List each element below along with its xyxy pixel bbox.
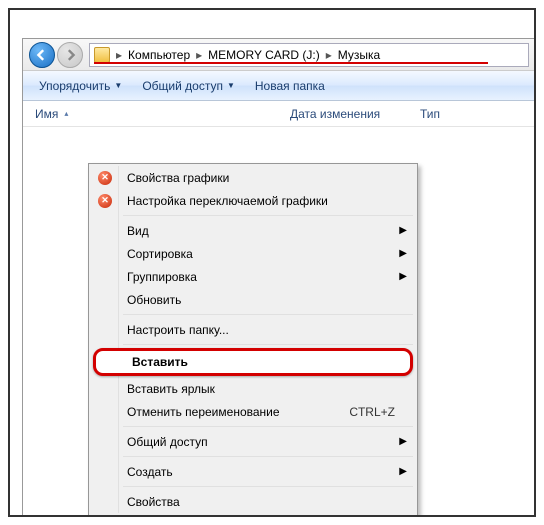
menu-new[interactable]: Создать ▶	[91, 460, 415, 483]
menu-separator	[123, 486, 413, 487]
toolbar: Упорядочить ▼ Общий доступ ▼ Новая папка	[23, 71, 535, 101]
column-date[interactable]: Дата изменения	[290, 107, 420, 121]
menu-label: Создать	[127, 465, 395, 479]
sort-asc-icon: ▴	[64, 109, 68, 118]
annotation-underline	[94, 62, 488, 64]
menu-undo-rename[interactable]: Отменить переименование CTRL+Z	[91, 400, 415, 423]
menu-label: Обновить	[127, 293, 395, 307]
column-type[interactable]: Тип	[420, 107, 440, 121]
chevron-right-icon: ▸	[324, 48, 334, 62]
share-label: Общий доступ	[142, 79, 223, 93]
newfolder-label: Новая папка	[255, 79, 325, 93]
menu-label: Сортировка	[127, 247, 395, 261]
menu-paste[interactable]: Вставить	[93, 348, 413, 376]
menu-sort[interactable]: Сортировка ▶	[91, 242, 415, 265]
menu-graphics-switch[interactable]: ✕ Настройка переключаемой графики	[91, 189, 415, 212]
column-type-label: Тип	[420, 107, 440, 121]
menu-separator	[123, 314, 413, 315]
menu-label: Настройка переключаемой графики	[127, 194, 395, 208]
folder-icon	[94, 47, 110, 63]
column-headers: Имя ▴ Дата изменения Тип	[23, 101, 535, 127]
column-name-label: Имя	[35, 107, 58, 121]
organize-label: Упорядочить	[39, 79, 110, 93]
menu-separator	[123, 456, 413, 457]
column-date-label: Дата изменения	[290, 107, 380, 121]
menu-separator	[123, 426, 413, 427]
chevron-down-icon: ▼	[227, 81, 235, 90]
menu-properties[interactable]: Свойства	[91, 490, 415, 513]
menu-separator	[123, 215, 413, 216]
menu-group[interactable]: Группировка ▶	[91, 265, 415, 288]
submenu-arrow-icon: ▶	[399, 271, 407, 282]
breadcrumb[interactable]: ▸ Компьютер ▸ MEMORY CARD (J:) ▸ Музыка	[89, 43, 529, 67]
back-button[interactable]	[29, 42, 55, 68]
menu-label: Вставить ярлык	[127, 382, 395, 396]
nav-buttons	[29, 42, 83, 68]
menu-label: Вставить	[132, 355, 390, 369]
submenu-arrow-icon: ▶	[399, 248, 407, 259]
chevron-right-icon: ▸	[194, 48, 204, 62]
address-bar: ▸ Компьютер ▸ MEMORY CARD (J:) ▸ Музыка	[23, 39, 535, 71]
share-button[interactable]: Общий доступ ▼	[134, 75, 243, 97]
menu-label: Отменить переименование	[127, 405, 349, 419]
chevron-right-icon: ▸	[114, 48, 124, 62]
menu-refresh[interactable]: Обновить	[91, 288, 415, 311]
forward-button[interactable]	[57, 42, 83, 68]
explorer-window: ▸ Компьютер ▸ MEMORY CARD (J:) ▸ Музыка …	[22, 38, 536, 517]
menu-label: Группировка	[127, 270, 395, 284]
context-menu: ✕ Свойства графики ✕ Настройка переключа…	[88, 163, 418, 516]
newfolder-button[interactable]: Новая папка	[247, 75, 333, 97]
menu-label: Настроить папку...	[127, 323, 395, 337]
submenu-arrow-icon: ▶	[399, 436, 407, 447]
menu-customize-folder[interactable]: Настроить папку...	[91, 318, 415, 341]
menu-graphics-properties[interactable]: ✕ Свойства графики	[91, 166, 415, 189]
submenu-arrow-icon: ▶	[399, 466, 407, 477]
chevron-down-icon: ▼	[114, 81, 122, 90]
submenu-arrow-icon: ▶	[399, 225, 407, 236]
organize-button[interactable]: Упорядочить ▼	[31, 75, 130, 97]
menu-label: Свойства	[127, 495, 395, 509]
column-name[interactable]: Имя ▴	[35, 107, 290, 121]
graphics-icon: ✕	[97, 193, 113, 209]
screenshot-frame: ▸ Компьютер ▸ MEMORY CARD (J:) ▸ Музыка …	[8, 8, 536, 517]
menu-view[interactable]: Вид ▶	[91, 219, 415, 242]
menu-paste-shortcut[interactable]: Вставить ярлык	[91, 377, 415, 400]
graphics-icon: ✕	[97, 170, 113, 186]
menu-separator	[123, 344, 413, 345]
menu-shortcut: CTRL+Z	[349, 405, 395, 419]
menu-label: Общий доступ	[127, 435, 395, 449]
menu-label: Свойства графики	[127, 171, 395, 185]
menu-share[interactable]: Общий доступ ▶	[91, 430, 415, 453]
menu-label: Вид	[127, 224, 395, 238]
